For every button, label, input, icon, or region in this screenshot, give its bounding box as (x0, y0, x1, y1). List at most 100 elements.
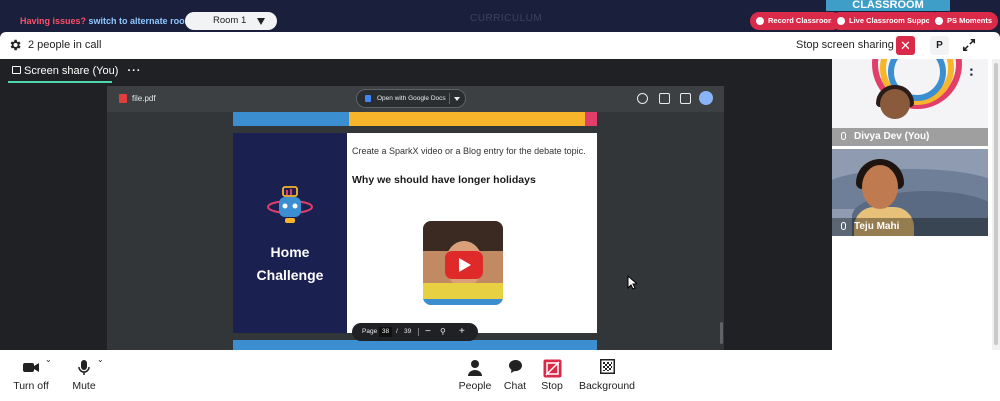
people-label: People (458, 380, 492, 392)
caret-down-icon (257, 18, 265, 25)
challenge-title-line1: Home (270, 244, 310, 260)
camera-label: Turn off (13, 380, 49, 392)
curriculum-label: CURRICULUM (470, 13, 543, 24)
divider (449, 93, 450, 104)
more-options-icon[interactable]: ··· (127, 65, 141, 77)
participant-face (862, 165, 898, 209)
participant-nametag: Teju Mahi (832, 218, 988, 236)
zoom-out-icon[interactable]: − (425, 323, 431, 341)
ps-moments-label: PS Moments (947, 16, 993, 25)
mouse-cursor-icon (627, 275, 637, 290)
screen-share-title: Screen share (You) (24, 65, 119, 77)
classroom-logo-icon: ■ ■ (970, 67, 973, 77)
participant-tile[interactable]: ■ ■ Divya Dev (You) (832, 59, 988, 146)
slide-instruction: Create a SparkX video or a Blog entry fo… (352, 146, 586, 156)
live-support-label: Live Classroom Support (849, 16, 936, 25)
participant-tile[interactable]: Teju Mahi (832, 149, 988, 236)
participant-nametag: Divya Dev (You) (832, 128, 988, 146)
mute-label: Mute (72, 380, 96, 392)
person-icon (468, 360, 482, 376)
pdf-page: Home Challenge Create a SparkX video or … (233, 133, 597, 333)
pin-button[interactable]: P (930, 36, 949, 55)
chat-icon-wrap (503, 359, 527, 377)
sidebar-scrollbar[interactable] (992, 59, 1000, 350)
record-classroom-button[interactable]: Record Classroom (750, 12, 841, 30)
live-support-button[interactable]: Live Classroom Support (831, 12, 942, 30)
stop-icon-wrap (539, 359, 565, 378)
stop-share-button[interactable]: Stop (539, 359, 565, 392)
issue-text: Having issues? (20, 16, 87, 26)
switch-room-link[interactable]: switch to alternate room (89, 16, 193, 26)
camera-icon (23, 363, 39, 372)
print-icon[interactable] (659, 93, 670, 104)
mic-icon (841, 132, 846, 140)
microphone-icon (78, 360, 90, 375)
camera-button[interactable]: Turn off ⌄ (13, 355, 52, 392)
slide-bar-red (585, 112, 597, 126)
google-docs-icon (365, 95, 371, 102)
people-count: 2 people in call (28, 39, 102, 51)
record-icon (756, 17, 764, 25)
divider (418, 328, 419, 336)
slide-bar-yellow (349, 112, 585, 126)
mic-icon (841, 222, 846, 230)
gear-icon[interactable] (8, 38, 22, 52)
participant-face (880, 89, 910, 119)
call-controls: Turn off ⌄ Mute ⌄ People Chat Stop Backg… (0, 350, 1000, 401)
screen-share-stage: Screen share (You) ··· file.pdf Open wit… (0, 59, 832, 350)
screen-share-label: Screen share (You) ··· (12, 65, 141, 77)
pdf-viewer: file.pdf Open with Google Docs Home Chal… (107, 86, 724, 350)
participant-panel: ■ ■ Divya Dev (You) Teju Mahi (832, 59, 992, 350)
fullscreen-icon[interactable] (962, 38, 976, 52)
add-to-drive-icon[interactable] (637, 93, 648, 104)
open-with-label: Open with Google Docs (377, 95, 446, 102)
zoom-in-icon[interactable]: + (459, 323, 465, 341)
chat-button[interactable]: Chat (503, 359, 527, 392)
people-icon-wrap (458, 359, 492, 377)
play-triangle (459, 258, 471, 272)
stop-sharing-label[interactable]: Stop screen sharing (796, 39, 894, 51)
challenge-title-line2: Challenge (256, 267, 324, 283)
current-page-input[interactable]: 38 (379, 327, 392, 337)
issue-notice: Having issues? switch to alternate room (20, 16, 193, 26)
slide-bottom-bar (233, 340, 597, 350)
pdf-filename: file.pdf (132, 94, 156, 103)
youtube-play-icon[interactable] (445, 251, 483, 279)
chevron-down-icon[interactable]: ⌄ (97, 355, 104, 364)
robot-icon (267, 186, 313, 223)
room-label: Room 1 (213, 15, 247, 26)
participant-name: Teju Mahi (854, 221, 900, 232)
zoom-icon[interactable]: ⚲ (440, 323, 446, 341)
chevron-down-icon[interactable]: ⌄ (45, 355, 52, 364)
background-label: Background (578, 380, 636, 392)
chat-icon (508, 360, 522, 373)
participant-name: Divya Dev (You) (854, 131, 930, 142)
page-separator: / (396, 328, 398, 335)
mute-button[interactable]: Mute ⌄ (71, 355, 103, 392)
pdf-toolbar: file.pdf Open with Google Docs (107, 86, 724, 112)
people-button[interactable]: People (458, 359, 492, 392)
call-header: 2 people in call Stop screen sharing ✕ P (0, 32, 1000, 59)
classroom-label: CLASSROOM (826, 0, 950, 11)
ps-moments-button[interactable]: PS Moments (929, 12, 999, 30)
app-window: CURRICULUM CLASSROOM Having issues? swit… (0, 0, 1000, 401)
stop-sharing-close-button[interactable]: ✕ (896, 36, 915, 55)
scrollbar-thumb[interactable] (994, 63, 998, 345)
background-button[interactable]: Background (577, 359, 637, 392)
slide-topic: Why we should have longer holidays (352, 174, 536, 186)
chat-label: Chat (503, 380, 527, 392)
download-icon[interactable] (680, 93, 691, 104)
account-avatar[interactable] (699, 91, 713, 105)
support-icon (837, 17, 845, 25)
chevron-down-icon[interactable] (454, 97, 460, 101)
background-icon-wrap (577, 359, 637, 377)
thumbnail-edge (423, 299, 503, 305)
mic-icon-wrap (71, 359, 97, 377)
stop-label: Stop (541, 380, 563, 392)
slide-left-panel (233, 133, 347, 333)
room-selector[interactable]: Room 1 (185, 12, 277, 30)
slide-top-bar (233, 112, 597, 126)
camera-icon-wrap (13, 359, 49, 377)
open-with-google-docs-button[interactable]: Open with Google Docs (356, 89, 466, 108)
pdf-scrollbar[interactable] (720, 322, 723, 344)
